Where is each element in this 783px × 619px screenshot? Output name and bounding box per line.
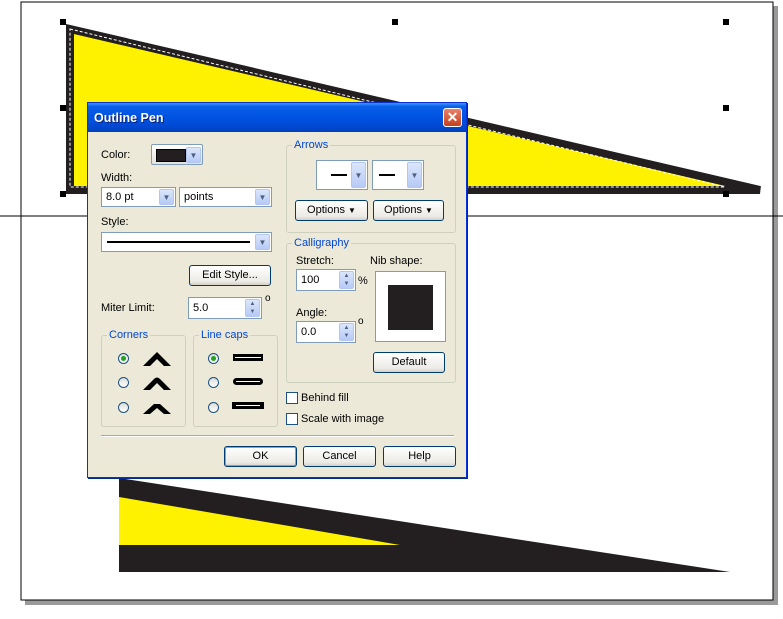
- calligraphy-title: Calligraphy: [292, 237, 352, 249]
- chevron-down-icon: ▼: [351, 162, 366, 188]
- width-units-value: points: [184, 191, 214, 203]
- line-cap-icons: [232, 354, 264, 409]
- end-arrow-options-button[interactable]: Options ▼: [373, 200, 444, 221]
- start-arrow-options-button[interactable]: Options ▼: [295, 200, 368, 221]
- ok-button[interactable]: OK: [224, 446, 297, 467]
- percent-symbol: %: [358, 275, 368, 287]
- cap-square-radio[interactable]: [208, 402, 219, 413]
- corner-bevel-radio[interactable]: [118, 402, 129, 413]
- chevron-down-icon: ▼: [186, 147, 201, 163]
- behind-fill-label: Behind fill: [301, 392, 349, 404]
- close-icon: ✕: [446, 109, 459, 125]
- width-label: Width:: [101, 172, 133, 184]
- color-picker-button[interactable]: ▼: [151, 144, 203, 165]
- chevron-down-icon: ▼: [255, 189, 270, 205]
- degree-symbol: o: [265, 293, 271, 304]
- chevron-down-icon: ▼: [159, 189, 174, 205]
- dialog-titlebar[interactable]: Outline Pen ✕: [88, 103, 466, 132]
- corner-miter-radio[interactable]: [118, 353, 129, 364]
- scale-with-image-checkbox[interactable]: [286, 413, 298, 425]
- nib-shape-preview[interactable]: [375, 271, 446, 342]
- nib-shape-square: [388, 285, 433, 330]
- triangle-down-icon: ▼: [348, 206, 356, 215]
- miter-limit-label: Miter Limit:: [101, 302, 155, 314]
- miter-limit-spinner[interactable]: 5.0 ▲ ▼: [188, 297, 262, 319]
- color-label: Color:: [101, 149, 131, 161]
- end-arrow-select[interactable]: ▼: [372, 160, 424, 190]
- miter-corner-icon: [143, 352, 171, 366]
- start-arrow-select[interactable]: ▼: [316, 160, 368, 190]
- triangle-down-icon: ▼: [425, 206, 433, 215]
- chevron-down-icon: ▼: [255, 234, 270, 250]
- round-corner-icon: [143, 377, 171, 390]
- scale-with-image-label: Scale with image: [301, 413, 385, 425]
- arrows-title: Arrows: [292, 139, 331, 151]
- corners-title: Corners: [107, 329, 151, 341]
- angle-value: 0.0: [301, 326, 317, 338]
- line-style-preview: [107, 241, 250, 243]
- width-value: 8.0 pt: [106, 191, 134, 203]
- cancel-button[interactable]: Cancel: [303, 446, 376, 467]
- outline-pen-dialog: Outline Pen ✕ Color: ▼ Width: 8.0 pt ▼ p…: [87, 102, 467, 478]
- stretch-spinner[interactable]: 100 ▲ ▼: [296, 269, 356, 291]
- default-nib-button[interactable]: Default: [373, 352, 445, 373]
- angle-label: Angle:: [296, 307, 328, 319]
- edit-style-button[interactable]: Edit Style...: [189, 265, 271, 286]
- color-swatch: [156, 149, 186, 162]
- corner-round-radio[interactable]: [118, 377, 129, 388]
- spin-arrows-icon[interactable]: ▲ ▼: [339, 323, 354, 341]
- help-button[interactable]: Help: [383, 446, 456, 467]
- options-label: Options: [307, 204, 345, 216]
- no-arrow-line-icon: [331, 174, 347, 176]
- cap-butt-radio[interactable]: [208, 353, 219, 364]
- no-arrow-line-icon: [379, 174, 395, 176]
- behind-fill-checkbox[interactable]: [286, 392, 298, 404]
- stretch-value: 100: [301, 274, 320, 286]
- chevron-down-icon: ▼: [407, 162, 422, 188]
- width-units-select[interactable]: points ▼: [179, 187, 272, 207]
- degree-symbol: o: [358, 316, 364, 327]
- bevel-corner-icon: [143, 404, 171, 414]
- angle-spinner[interactable]: 0.0 ▲ ▼: [296, 321, 356, 343]
- dialog-title: Outline Pen: [94, 111, 164, 125]
- nib-shape-label: Nib shape:: [370, 255, 423, 267]
- options-label: Options: [384, 204, 422, 216]
- miter-limit-value: 5.0: [193, 302, 209, 314]
- style-label: Style:: [101, 216, 129, 228]
- line-caps-title: Line caps: [199, 329, 251, 341]
- dialog-separator: [101, 435, 454, 437]
- width-select[interactable]: 8.0 pt ▼: [101, 187, 176, 207]
- cap-round-radio[interactable]: [208, 377, 219, 388]
- line-style-select[interactable]: ▼: [101, 232, 272, 252]
- stretch-label: Stretch:: [296, 255, 334, 267]
- spin-arrows-icon[interactable]: ▲ ▼: [245, 299, 260, 317]
- close-button[interactable]: ✕: [443, 108, 462, 127]
- corner-style-icons: [143, 352, 171, 414]
- spin-arrows-icon[interactable]: ▲ ▼: [339, 271, 354, 289]
